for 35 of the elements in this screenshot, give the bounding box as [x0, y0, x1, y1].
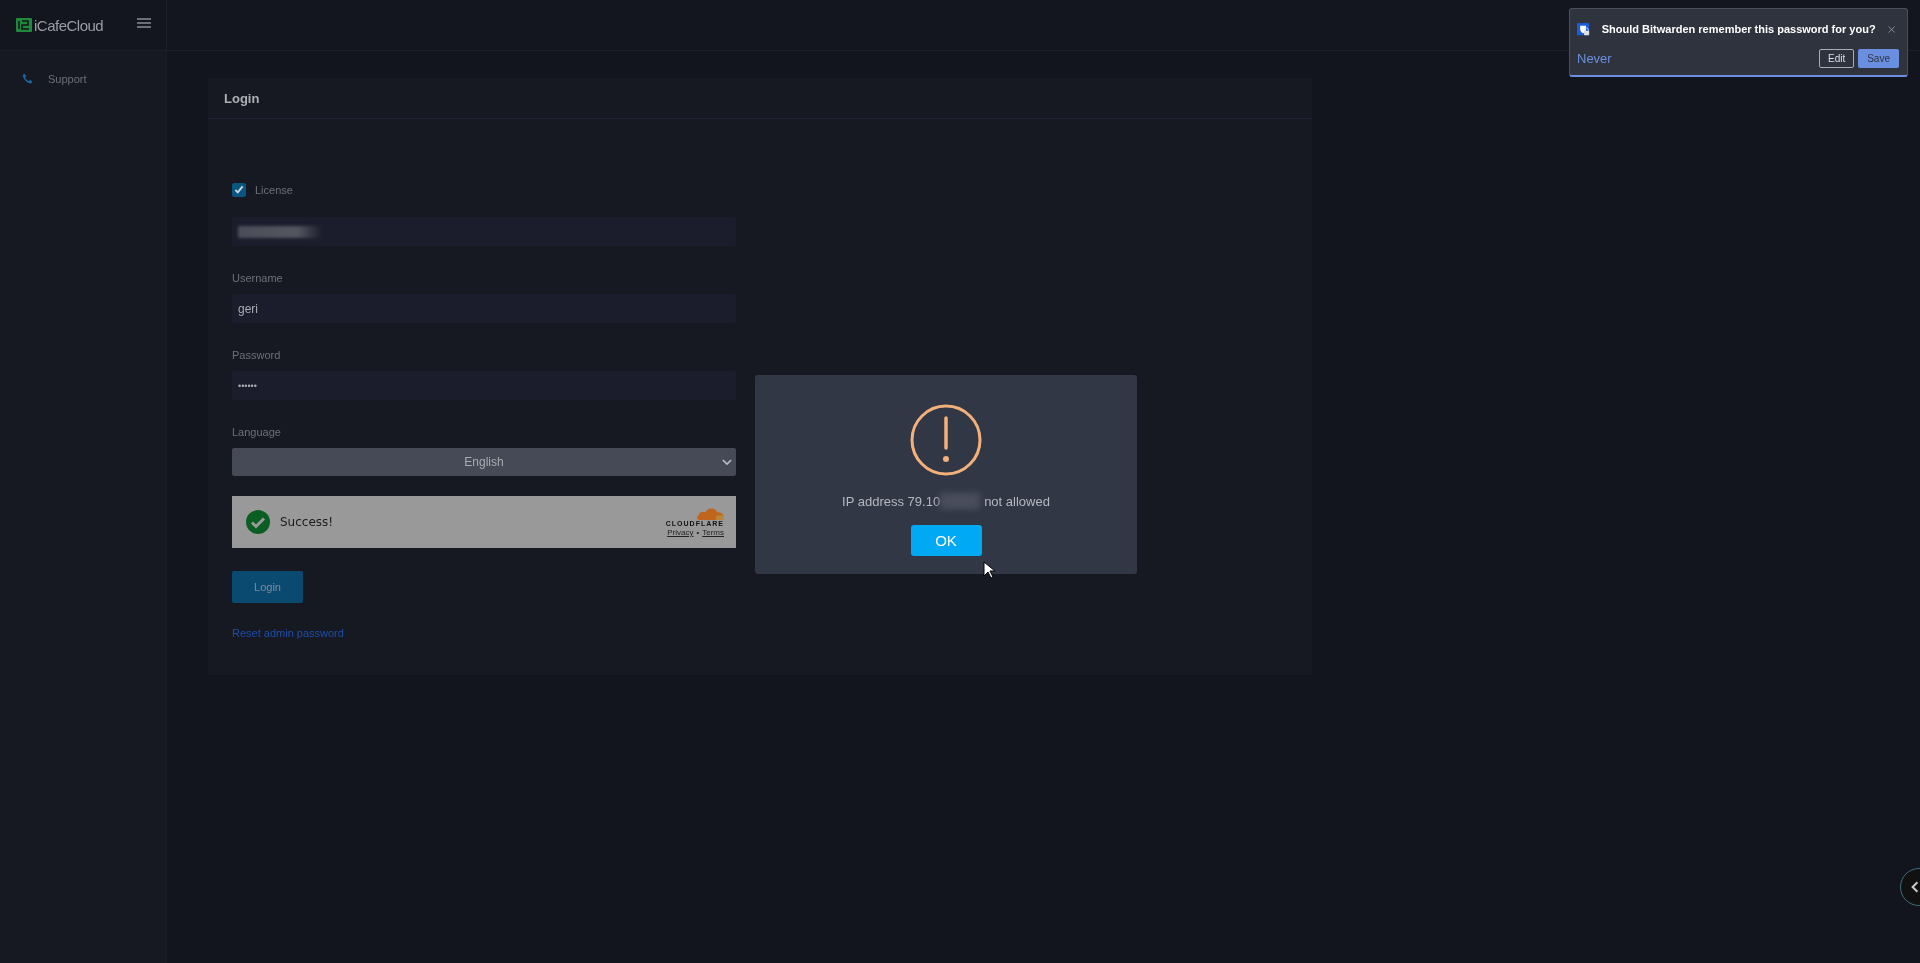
password-field[interactable]: ••••••	[232, 371, 736, 400]
login-button[interactable]: Login	[232, 571, 303, 603]
prompt-question: Should Bitwarden remember this password for you?	[1601, 23, 1876, 35]
field-label: Username	[232, 272, 284, 284]
logo-icon	[16, 17, 32, 33]
prompt-button[interactable]: Save	[1858, 49, 1899, 68]
chevron-down-icon	[722, 458, 732, 466]
reset-password-link[interactable]: Reset admin password	[232, 627, 344, 639]
field-label: Password	[232, 349, 282, 361]
never-link[interactable]: Never	[1577, 51, 1815, 66]
sidebar-item[interactable]: Support	[0, 69, 166, 89]
cloud-icon	[696, 507, 724, 520]
cursor-icon	[983, 561, 995, 579]
close-icon[interactable]	[1887, 23, 1895, 35]
username-field[interactable]: geri	[232, 294, 736, 323]
privacy-link[interactable]: Privacy	[667, 528, 694, 537]
link-separator: •	[696, 528, 700, 537]
checkbox-label: License	[255, 184, 293, 196]
license-field[interactable]	[232, 217, 736, 246]
card-title: Login	[224, 90, 260, 106]
captcha-status: Success!	[280, 515, 335, 529]
field-label: Language	[232, 426, 282, 438]
app-logo: iCafeCloud	[34, 16, 104, 34]
chevron-left-icon	[1911, 881, 1919, 893]
license-checkbox[interactable]	[232, 183, 246, 197]
warning-icon	[910, 404, 982, 476]
ok-button[interactable]: OK	[910, 525, 982, 556]
language-select[interactable]: English	[232, 448, 736, 476]
dialog-message: not allowed	[984, 493, 1050, 509]
terms-link[interactable]: Terms	[702, 528, 724, 537]
check-circle-icon	[246, 510, 270, 534]
phone-icon	[22, 73, 34, 85]
dialog-message: IP address 79.10	[842, 493, 941, 509]
prompt-button[interactable]: Edit	[1818, 49, 1855, 68]
menu-icon[interactable]	[137, 17, 152, 28]
